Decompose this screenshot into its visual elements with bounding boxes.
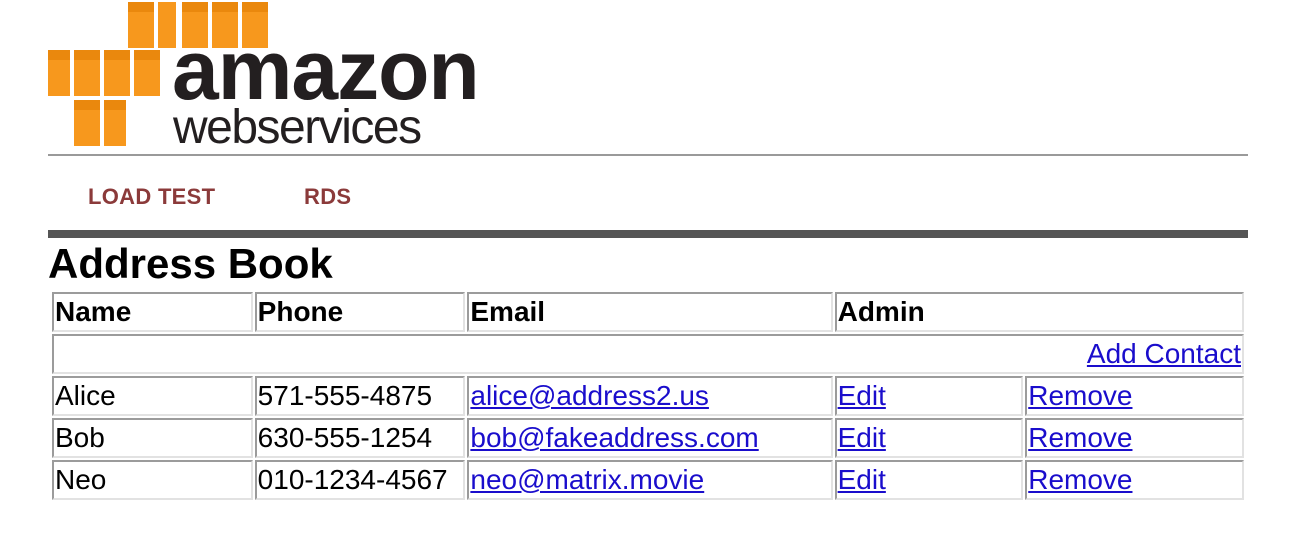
contact-name: Bob [52,418,253,458]
page-title: Address Book [48,240,333,287]
contact-phone: 010-1234-4567 [254,460,466,500]
contact-name: Alice [52,376,253,416]
add-contact-row: Add Contact [52,334,1244,374]
edit-cell: Edit [834,376,1024,416]
edit-link[interactable]: Edit [838,380,886,411]
logo-amazon-text: amazon [172,23,480,117]
remove-cell: Remove [1025,418,1244,458]
contact-phone: 630-555-1254 [254,418,466,458]
contact-email-cell: bob@fakeaddress.com [467,418,833,458]
table-header-row: Name Phone Email Admin [52,292,1244,332]
contact-name: Neo [52,460,253,500]
page: amazon webservices LOAD TEST RDS Address… [48,0,1248,290]
contact-email-link[interactable]: alice@address2.us [470,380,709,411]
table-row: Bob 630-555-1254 bob@fakeaddress.com Edi… [52,418,1244,458]
header-name: Name [52,292,253,332]
remove-link[interactable]: Remove [1028,380,1132,411]
contact-phone: 571-555-4875 [254,376,466,416]
header-phone: Phone [254,292,466,332]
edit-cell: Edit [834,460,1024,500]
header-email: Email [467,292,833,332]
add-contact-link[interactable]: Add Contact [1087,338,1241,369]
remove-link[interactable]: Remove [1028,464,1132,495]
header-admin: Admin [834,292,1244,332]
contact-email-link[interactable]: bob@fakeaddress.com [470,422,758,453]
nav-rds-link[interactable]: RDS [304,184,351,210]
aws-logo[interactable]: amazon webservices [48,0,1248,154]
add-contact-cell: Add Contact [52,334,1244,374]
nav-load-test-link[interactable]: LOAD TEST [88,184,215,210]
remove-cell: Remove [1025,376,1244,416]
address-book-table: Name Phone Email Admin Add Contact Alice… [50,290,1246,502]
edit-link[interactable]: Edit [838,422,886,453]
top-nav: LOAD TEST RDS [48,156,1248,230]
nav-divider [48,230,1248,238]
contact-email-cell: neo@matrix.movie [467,460,833,500]
table-row: Neo 010-1234-4567 neo@matrix.movie Edit … [52,460,1244,500]
table-row: Alice 571-555-4875 alice@address2.us Edi… [52,376,1244,416]
contact-email-cell: alice@address2.us [467,376,833,416]
edit-link[interactable]: Edit [838,464,886,495]
remove-cell: Remove [1025,460,1244,500]
contact-email-link[interactable]: neo@matrix.movie [470,464,704,495]
edit-cell: Edit [834,418,1024,458]
logo-webservices-text: webservices [173,101,422,154]
remove-link[interactable]: Remove [1028,422,1132,453]
